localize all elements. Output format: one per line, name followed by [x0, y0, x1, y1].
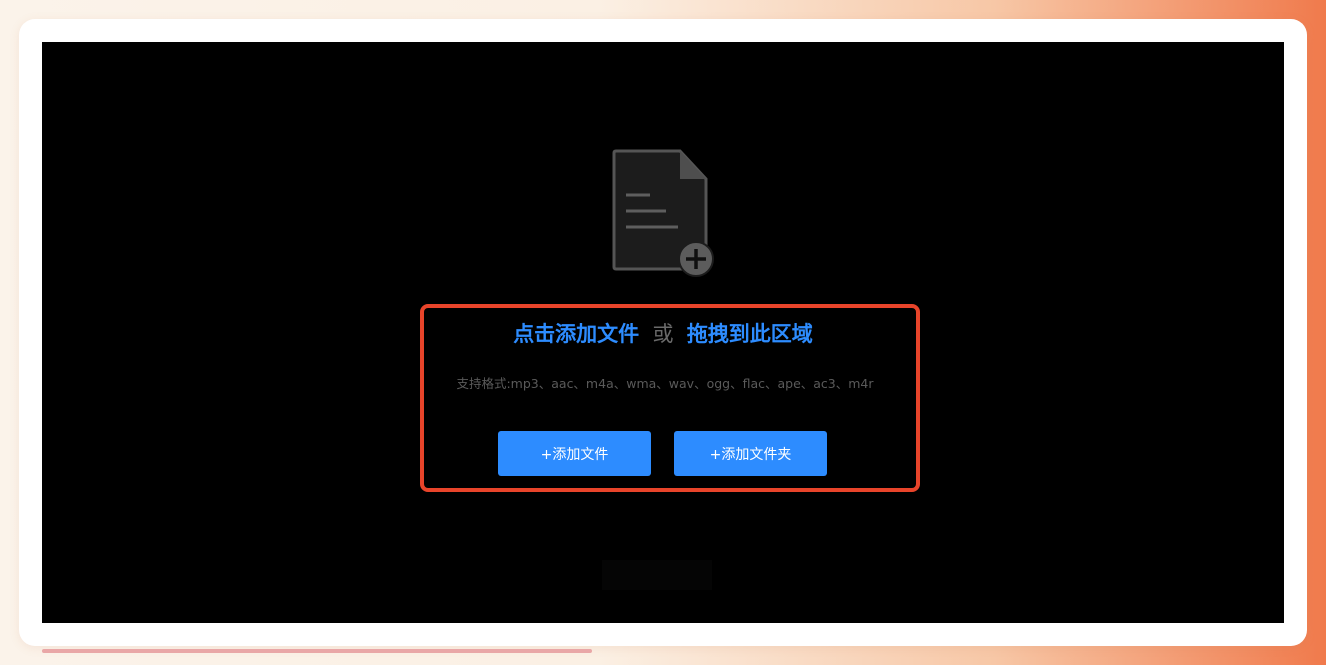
app-screen: 点击添加文件 或 拖拽到此区域 支持格式:mp3、aac、m4a、wma、wav…: [42, 42, 1284, 623]
add-folder-button[interactable]: +添加文件夹: [674, 431, 827, 476]
add-file-button[interactable]: +添加文件: [498, 431, 651, 476]
drop-zone-headline[interactable]: 点击添加文件 或 拖拽到此区域: [42, 318, 1284, 348]
click-to-add-link[interactable]: 点击添加文件: [513, 322, 639, 346]
video-progress-bar[interactable]: [42, 649, 592, 653]
drag-here-text: 拖拽到此区域: [686, 322, 813, 346]
file-add-icon[interactable]: [612, 149, 718, 277]
or-text: 或: [652, 322, 674, 346]
faint-footer-element: [602, 560, 712, 590]
supported-formats-text: 支持格式:mp3、aac、m4a、wma、wav、ogg、flac、ape、ac…: [456, 376, 874, 391]
